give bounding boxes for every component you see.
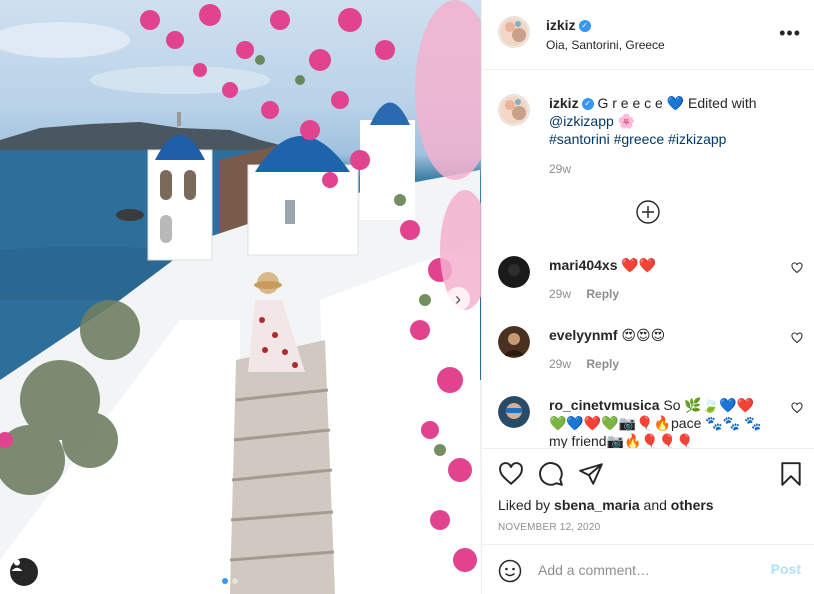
more-options-button[interactable]: ••• bbox=[779, 24, 801, 42]
comment-meta: 29w Reply bbox=[549, 287, 631, 301]
avatar-image bbox=[498, 256, 530, 288]
avatar[interactable] bbox=[498, 396, 530, 428]
comment-username[interactable]: evelyynmf bbox=[549, 327, 617, 343]
avatar-image bbox=[498, 326, 530, 358]
caption-body: G r e e c e bbox=[597, 95, 663, 111]
hashtag-link[interactable]: #izkizapp bbox=[668, 131, 726, 147]
liked-by-others-link[interactable]: others bbox=[671, 497, 714, 513]
post-photo[interactable]: › bbox=[0, 0, 481, 594]
chevron-right-icon: › bbox=[455, 289, 461, 309]
post-author-username[interactable]: izkiz ✓ bbox=[546, 17, 591, 33]
caption-timestamp[interactable]: 29w bbox=[549, 162, 571, 176]
post-date[interactable]: NOVEMBER 12, 2020 bbox=[498, 522, 600, 533]
caption-text: izkiz ✓ G r e e c e 💙 Edited with @izkiza… bbox=[549, 94, 799, 148]
hashtag-link[interactable]: #greece bbox=[614, 131, 665, 147]
comment-body: ❤️❤️ bbox=[621, 257, 657, 273]
liked-by-summary: Liked by sbena_maria and others bbox=[498, 497, 714, 513]
liked-by-prefix: Liked by bbox=[498, 497, 555, 513]
comment-input[interactable] bbox=[538, 561, 758, 579]
post-actions: Liked by sbena_maria and others NOVEMBER… bbox=[482, 448, 814, 544]
carousel-dot bbox=[232, 578, 238, 584]
load-more-comments-button[interactable] bbox=[636, 200, 660, 224]
carousel-indicator bbox=[222, 578, 238, 584]
post-details-panel: izkiz ✓ Oia, Santorini, Greece ••• izkiz ✓… bbox=[481, 0, 814, 594]
comment-username[interactable]: mari404xs bbox=[549, 257, 618, 273]
plus-circle-icon bbox=[636, 200, 660, 224]
user-icon bbox=[11, 559, 23, 571]
comment-text: mari404xs ❤️❤️ bbox=[549, 256, 769, 274]
username-text: izkiz bbox=[546, 17, 576, 33]
avatar[interactable] bbox=[498, 326, 530, 358]
post-location[interactable]: Oia, Santorini, Greece bbox=[546, 38, 665, 52]
avatar-image bbox=[498, 16, 530, 48]
caption-body-2: Edited with bbox=[684, 95, 757, 111]
avatar[interactable] bbox=[498, 256, 530, 288]
avatar[interactable] bbox=[498, 16, 530, 48]
next-photo-button[interactable]: › bbox=[446, 287, 470, 311]
comment-meta: 29w Reply bbox=[549, 357, 631, 371]
hashtag-link[interactable]: #santorini bbox=[549, 131, 610, 147]
heart-outline-icon[interactable] bbox=[791, 332, 803, 344]
comment-timestamp[interactable]: 29w bbox=[549, 287, 571, 301]
comment-text: ro_cinetvmusica So 🌿🍃💙❤️ 💚💙❤️💚📷🎈🔥pace 🐾🐾… bbox=[549, 396, 769, 448]
ellipsis-icon: ••• bbox=[779, 23, 801, 43]
tagged-users-button[interactable] bbox=[10, 558, 38, 586]
caption-username[interactable]: izkiz bbox=[549, 95, 579, 111]
verified-badge-icon: ✓ bbox=[581, 98, 594, 111]
reply-button[interactable]: Reply bbox=[586, 287, 619, 301]
bookmark-icon[interactable] bbox=[778, 461, 804, 487]
heart-outline-icon[interactable] bbox=[791, 402, 803, 414]
liked-by-user-link[interactable]: sbena_maria bbox=[554, 497, 640, 513]
comment-timestamp[interactable]: 29w bbox=[549, 357, 571, 371]
emoji-smiley-icon[interactable] bbox=[498, 559, 522, 583]
comment-text: evelyynmf 😍😍😍 bbox=[549, 326, 769, 344]
verified-badge-icon: ✓ bbox=[578, 20, 591, 33]
flower-icon: 🌸 bbox=[617, 113, 636, 129]
add-comment-bar: Post bbox=[482, 544, 814, 594]
heart-outline-icon[interactable] bbox=[791, 262, 803, 274]
comment-body: 😍😍😍 bbox=[621, 327, 666, 343]
reply-button[interactable]: Reply bbox=[586, 357, 619, 371]
post-comment-button[interactable]: Post bbox=[771, 561, 801, 577]
share-paper-plane-icon[interactable] bbox=[578, 461, 604, 487]
blue-heart-icon: 💙 bbox=[666, 95, 685, 111]
mention-link[interactable]: @izkizapp bbox=[549, 113, 614, 129]
comment-username[interactable]: ro_cinetvmusica bbox=[549, 397, 660, 413]
like-heart-icon[interactable] bbox=[498, 461, 524, 487]
comment-bubble-icon[interactable] bbox=[538, 461, 564, 487]
avatar-image bbox=[498, 396, 530, 428]
avatar[interactable] bbox=[498, 94, 530, 126]
liked-by-middle: and bbox=[639, 497, 671, 513]
avatar-image bbox=[498, 94, 530, 126]
carousel-dot bbox=[222, 578, 228, 584]
comments-section[interactable]: izkiz ✓ G r e e c e 💙 Edited with @izkiza… bbox=[482, 70, 814, 448]
santorini-photo-illustration bbox=[0, 0, 481, 594]
post-header: izkiz ✓ Oia, Santorini, Greece ••• bbox=[482, 0, 814, 70]
